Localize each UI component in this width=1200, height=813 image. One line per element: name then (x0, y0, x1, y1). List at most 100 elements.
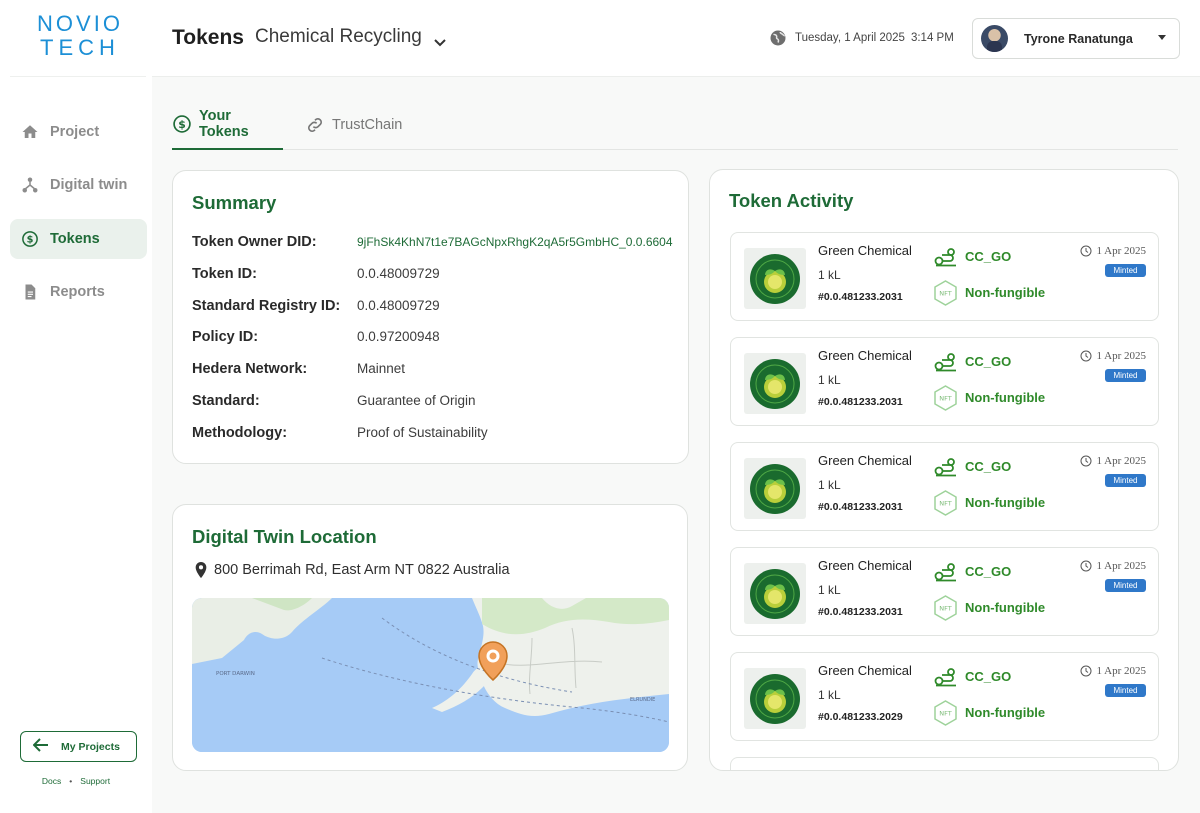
docs-link[interactable]: Docs (42, 776, 61, 786)
token-type: Non-fungible (965, 705, 1046, 720)
user-name: Tyrone Ranatunga (1024, 31, 1133, 46)
avatar (981, 25, 1008, 52)
token-name: Green Chemical (818, 453, 912, 468)
token-name: Green Chemical (818, 243, 912, 258)
svg-text:NFT: NFT (939, 710, 951, 718)
methodology-value: Proof of Sustainability (357, 425, 488, 440)
separator-dot: • (69, 776, 73, 786)
tab-trustchain[interactable]: TrustChain (305, 100, 402, 150)
map-graphic: PORT DARWIN ELRUNDIE (192, 598, 669, 752)
token-quantity: 1 kL (818, 373, 841, 387)
current-date: Tuesday, 1 April 2025 (795, 32, 905, 44)
token-type: Non-fungible (965, 390, 1046, 405)
address: 800 Berrimah Rd, East Arm NT 0822 Austra… (194, 562, 510, 578)
clock-icon (1080, 245, 1092, 257)
tab-your-tokens[interactable]: $ Your Tokens (172, 100, 283, 150)
my-projects-button[interactable]: My Projects (20, 731, 137, 762)
token-activity-card: Token Activity Green Chemical 1 kL #0.0.… (709, 169, 1179, 771)
token-card[interactable]: Green Chemical 1 kL #0.0.481233.2031 CC_… (730, 337, 1159, 426)
sidebar-item-tokens[interactable]: $ Tokens (10, 219, 147, 259)
token-serial: #0.0.481233.2029 (818, 711, 903, 723)
token-date: 1 Apr 2025 (1080, 455, 1147, 467)
link-icon (305, 115, 325, 135)
token-quantity: 1 kL (818, 583, 841, 597)
token-type: Non-fungible (965, 285, 1046, 300)
summary-label: Hedera Network: (192, 361, 308, 377)
status-badge: Minted (1105, 579, 1146, 592)
token-card[interactable]: Green Chemical 1 kL #0.0.481233.2031 CC_… (730, 442, 1159, 531)
token-date-text: 1 Apr 2025 (1096, 560, 1147, 572)
sidebar-item-digital-twin[interactable]: Digital twin (10, 165, 147, 205)
nft-icon: NFT (933, 490, 958, 516)
token-date: 1 Apr 2025 (1080, 245, 1146, 257)
route-icon (934, 352, 956, 372)
token-name: Green Chemical (818, 663, 912, 678)
user-menu[interactable]: Tyrone Ranatunga (972, 18, 1180, 59)
guarantee-of-origin-seal-icon (750, 358, 800, 409)
svg-text:NFT: NFT (939, 290, 951, 298)
summary-label: Token ID: (192, 266, 257, 282)
nft-icon: NFT (933, 700, 958, 726)
graph-icon (21, 176, 39, 194)
registry-id-value: 0.0.48009729 (357, 298, 440, 313)
project-dropdown[interactable]: Chemical Recycling (255, 26, 446, 48)
token-type: Non-fungible (965, 600, 1046, 615)
clock-icon (1080, 455, 1092, 467)
token-card[interactable]: Green Chemical 1 kL #0.0.481233.2031 CC_… (730, 232, 1159, 321)
sidebar-item-reports[interactable]: Reports (10, 272, 147, 312)
footer-links: Docs • Support (0, 776, 152, 786)
token-code: CC_GO (965, 249, 1012, 264)
svg-text:$: $ (27, 234, 34, 245)
token-quantity: 1 kL (818, 268, 841, 282)
token-name: Green Chemical (818, 348, 912, 363)
guarantee-of-origin-seal-icon (750, 463, 800, 514)
tab-label: TrustChain (332, 117, 403, 133)
token-thumbnail (744, 563, 806, 624)
status-badge: Minted (1105, 474, 1146, 487)
nft-icon: NFT (933, 280, 958, 306)
svg-text:ELRUNDIE: ELRUNDIE (630, 697, 655, 703)
token-serial: #0.0.481233.2031 (818, 291, 903, 303)
owner-did-value: 9jFhSk4KhN7t1e7BAGcNpxRhgK2qA5r5GmbHC_0.… (357, 235, 673, 249)
token-thumbnail (744, 668, 806, 729)
address-text: 800 Berrimah Rd, East Arm NT 0822 Austra… (214, 562, 510, 578)
nft-icon: NFT (933, 385, 958, 411)
digital-twin-location-card: Digital Twin Location 800 Berrimah Rd, E… (172, 504, 688, 771)
token-card[interactable]: Green Chemical 1 kL #0.0.481233.2029 CC_… (730, 652, 1159, 741)
token-card[interactable] (730, 757, 1159, 770)
guarantee-of-origin-seal-icon (750, 673, 800, 724)
support-link[interactable]: Support (80, 776, 110, 786)
token-code: CC_GO (965, 669, 1012, 684)
summary-label: Methodology: (192, 425, 288, 441)
novio-tech-logo[interactable]: NOVIO TECH (30, 12, 130, 64)
token-quantity: 1 kL (818, 688, 841, 702)
guarantee-of-origin-seal-icon (750, 253, 800, 304)
globe-icon (769, 29, 787, 47)
sidebar-item-project[interactable]: Project (10, 112, 147, 152)
route-icon (934, 667, 956, 687)
location-pin-icon (194, 562, 208, 578)
clock-icon (1080, 350, 1092, 362)
token-thumbnail (744, 458, 806, 519)
status-badge: Minted (1105, 264, 1146, 277)
location-map[interactable]: PORT DARWIN ELRUNDIE (192, 598, 669, 752)
network-value: Mainnet (357, 361, 406, 376)
top-header: Tokens Chemical Recycling Tuesday, 1 Apr… (152, 0, 1200, 77)
summary-label: Policy ID: (192, 329, 259, 345)
token-type: Non-fungible (965, 495, 1046, 510)
clock-icon (1080, 665, 1092, 677)
summary-card: Summary Token Owner DID: 9jFhSk4KhN7t1e7… (172, 170, 689, 464)
route-icon (934, 247, 956, 267)
token-date-text: 1 Apr 2025 (1096, 455, 1147, 467)
status-badge: Minted (1105, 369, 1146, 382)
dollar-circle-icon: $ (21, 230, 39, 248)
sidebar-item-label: Digital twin (50, 177, 128, 193)
page-title: Tokens (172, 26, 244, 49)
chevron-down-icon (434, 32, 446, 47)
token-date: 1 Apr 2025 (1080, 560, 1147, 572)
status-badge: Minted (1105, 684, 1146, 697)
token-card[interactable]: Green Chemical 1 kL #0.0.481233.2031 CC_… (730, 547, 1159, 636)
clock-icon (1080, 560, 1092, 572)
svg-text:NFT: NFT (939, 605, 951, 613)
route-icon (934, 457, 956, 477)
